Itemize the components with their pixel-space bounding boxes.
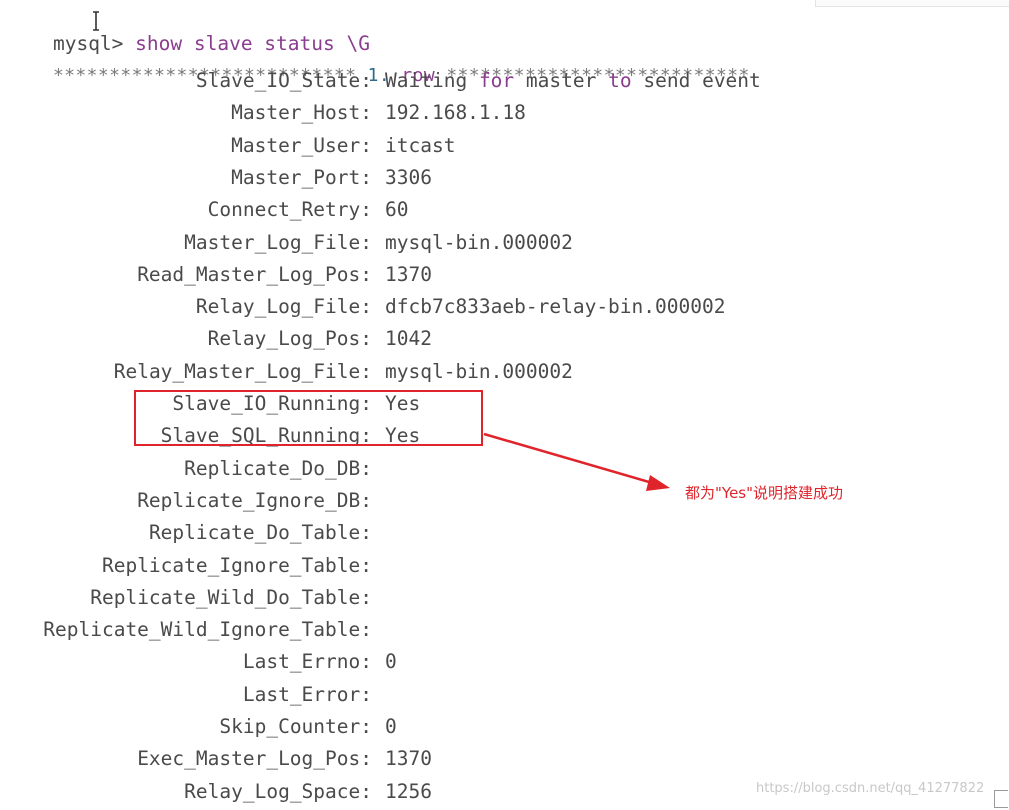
annotation-note: 都为"Yes"说明搭建成功 (685, 484, 844, 502)
red-arrow-icon (483, 432, 670, 491)
terminal-window[interactable]: mysql> show slave status \G ************… (0, 0, 1009, 810)
corner-widget-icon (994, 790, 1008, 808)
watermark-text: https://blog.csdn.net/qq_41277822 (756, 781, 985, 796)
